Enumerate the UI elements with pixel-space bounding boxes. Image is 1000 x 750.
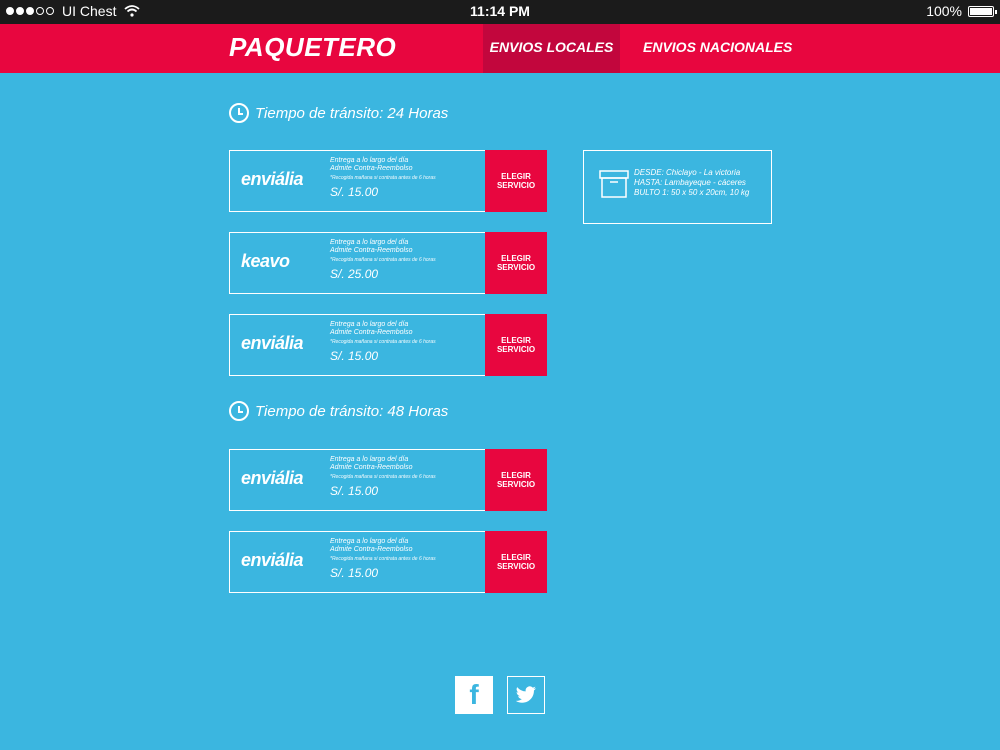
- offer-price: S/. 25.00: [330, 267, 379, 281]
- payment-info: Admite Contra-Reembolso: [330, 247, 413, 254]
- pickup-note: *Recogida mañana si contrata antes de 6 …: [330, 339, 436, 345]
- choose-service-label: ELEGIR SERVICIO: [496, 471, 536, 489]
- offer-details: Entrega a lo largo del día Admite Contra…: [330, 321, 436, 363]
- payment-info: Admite Contra-Reembolso: [330, 464, 413, 471]
- offer-price: S/. 15.00: [330, 566, 379, 580]
- status-bar: UI Chest 11:14 PM 100%: [0, 0, 1000, 24]
- offer-price: S/. 15.00: [330, 349, 379, 363]
- choose-service-button[interactable]: ELEGIR SERVICIO: [485, 449, 547, 511]
- offer-card: enviália Entrega a lo largo del día Admi…: [229, 449, 547, 511]
- carrier-logo: enviália: [241, 333, 304, 353]
- summary-to: HASTA: Lambayeque - cáceres: [634, 178, 746, 187]
- box-icon: [599, 170, 629, 198]
- transit-24h-heading: Tiempo de tránsito: 24 Horas: [229, 103, 448, 123]
- pickup-note: *Recogida mañana si contrata antes de 6 …: [330, 474, 436, 480]
- offer-details: Entrega a lo largo del día Admite Contra…: [330, 538, 436, 580]
- choose-service-label: ELEGIR SERVICIO: [496, 172, 536, 190]
- carrier-logo: enviália: [241, 468, 304, 488]
- delivery-info: Entrega a lo largo del día: [330, 538, 409, 545]
- payment-info: Admite Contra-Reembolso: [330, 546, 413, 553]
- pickup-note: *Recogida mañana si contrata antes de 6 …: [330, 556, 436, 562]
- summary-package: BULTO 1: 50 x 50 x 20cm, 10 kg: [634, 188, 750, 197]
- offer-card: keavo Entrega a lo largo del día Admite …: [229, 232, 547, 294]
- carrier-logo: enviália: [241, 169, 304, 189]
- offer-price: S/. 15.00: [330, 484, 379, 498]
- shipment-summary: DESDE: Chiclayo - La victoria HASTA: Lam…: [583, 150, 772, 224]
- facebook-icon: f: [469, 679, 479, 710]
- clock-icon: [229, 103, 249, 123]
- choose-service-button[interactable]: ELEGIR SERVICIO: [485, 531, 547, 593]
- payment-info: Admite Contra-Reembolso: [330, 165, 413, 172]
- offer-details: Entrega a lo largo del día Admite Contra…: [330, 157, 436, 199]
- clock-icon: [229, 401, 249, 421]
- brand-logo[interactable]: PAQUETERO: [229, 32, 396, 63]
- offer-details: Entrega a lo largo del día Admite Contra…: [330, 456, 436, 498]
- choose-service-button[interactable]: ELEGIR SERVICIO: [485, 314, 547, 376]
- status-right: 100%: [926, 3, 997, 19]
- carrier-logo: keavo: [241, 251, 290, 271]
- main-nav: ENVIOS LOCALES ENVIOS NACIONALES: [483, 24, 792, 73]
- section-title: Tiempo de tránsito: 48 Horas: [255, 402, 449, 420]
- offer-card: enviália Entrega a lo largo del día Admi…: [229, 531, 547, 593]
- pickup-note: *Recogida mañana si contrata antes de 6 …: [330, 257, 436, 263]
- tab-envios-locales[interactable]: ENVIOS LOCALES: [483, 24, 620, 73]
- choose-service-label: ELEGIR SERVICIO: [496, 336, 536, 354]
- twitter-button[interactable]: [507, 676, 545, 714]
- battery-icon: [968, 5, 997, 17]
- delivery-info: Entrega a lo largo del día: [330, 456, 409, 463]
- offer-card: enviália Entrega a lo largo del día Admi…: [229, 314, 547, 376]
- summary-text: DESDE: Chiclayo - La victoria HASTA: Lam…: [634, 168, 749, 198]
- battery-percent: 100%: [926, 3, 962, 19]
- pickup-note: *Recogida mañana si contrata antes de 6 …: [330, 175, 436, 181]
- payment-info: Admite Contra-Reembolso: [330, 329, 413, 336]
- carrier-logo: enviália: [241, 550, 304, 570]
- offer-card: enviália Entrega a lo largo del día Admi…: [229, 150, 547, 212]
- twitter-icon: [515, 686, 536, 703]
- status-time: 11:14 PM: [470, 3, 530, 19]
- delivery-info: Entrega a lo largo del día: [330, 321, 409, 328]
- offer-price: S/. 15.00: [330, 185, 379, 199]
- tab-envios-nacionales[interactable]: ENVIOS NACIONALES: [620, 24, 792, 73]
- choose-service-button[interactable]: ELEGIR SERVICIO: [485, 232, 547, 294]
- facebook-button[interactable]: f: [455, 676, 493, 714]
- section-title: Tiempo de tránsito: 24 Horas: [255, 104, 449, 122]
- summary-from: DESDE: Chiclayo - La victoria: [634, 168, 741, 177]
- offer-details: Entrega a lo largo del día Admite Contra…: [330, 239, 436, 281]
- top-header: PAQUETERO ENVIOS LOCALES ENVIOS NACIONAL…: [0, 24, 1000, 73]
- delivery-info: Entrega a lo largo del día: [330, 157, 409, 164]
- transit-48h-heading: Tiempo de tránsito: 48 Horas: [229, 401, 448, 421]
- choose-service-label: ELEGIR SERVICIO: [496, 254, 536, 272]
- choose-service-button[interactable]: ELEGIR SERVICIO: [485, 150, 547, 212]
- delivery-info: Entrega a lo largo del día: [330, 239, 409, 246]
- choose-service-label: ELEGIR SERVICIO: [496, 553, 536, 571]
